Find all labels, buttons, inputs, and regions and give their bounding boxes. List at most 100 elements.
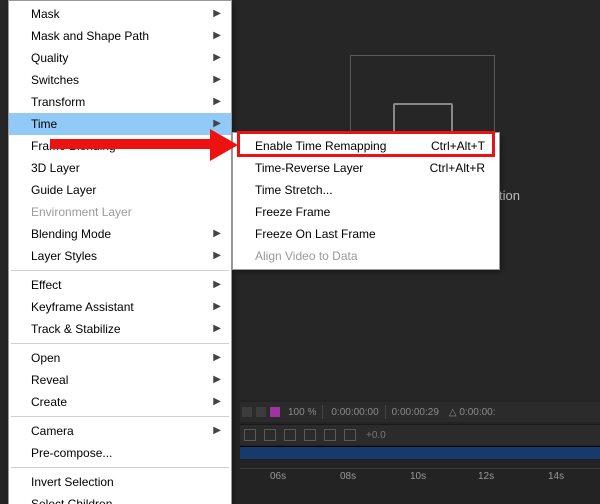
menu-separator xyxy=(11,270,229,271)
menu-frame-blending[interactable]: Frame Blending ▶ xyxy=(9,135,231,157)
submenu-label: Freeze On Last Frame xyxy=(255,227,376,241)
menu-reveal[interactable]: Reveal ▶ xyxy=(9,369,231,391)
menu-label: Environment Layer xyxy=(31,205,132,219)
zoom-value: 100 % xyxy=(288,407,316,418)
menu-label: Time xyxy=(31,117,57,131)
submenu-freeze-last-frame[interactable]: Freeze On Last Frame xyxy=(233,223,499,245)
chevron-right-icon: ▶ xyxy=(213,245,221,267)
menu-separator xyxy=(11,467,229,468)
menu-create[interactable]: Create ▶ xyxy=(9,391,231,413)
chevron-right-icon: ▶ xyxy=(213,25,221,47)
menu-label: Layer Styles xyxy=(31,249,97,263)
menu-camera[interactable]: Camera ▶ xyxy=(9,420,231,442)
eye-icon[interactable] xyxy=(244,429,256,441)
menu-label: Reveal xyxy=(31,373,68,387)
app-workspace: tion 100 % 0:00:00:00 0:00:00:29 △ 0:00:… xyxy=(0,0,600,504)
time-submenu[interactable]: Enable Time Remapping Ctrl+Alt+T Time-Rev… xyxy=(232,132,500,270)
toolbar-row-2: +0.0 xyxy=(240,424,600,445)
settings-icon[interactable] xyxy=(344,429,356,441)
menu-time[interactable]: Time ▶ xyxy=(9,113,231,135)
menu-blending-mode[interactable]: Blending Mode ▶ xyxy=(9,223,231,245)
menu-label: Switches xyxy=(31,73,79,87)
menu-mask-shape-path[interactable]: Mask and Shape Path ▶ xyxy=(9,25,231,47)
chevron-right-icon: ▶ xyxy=(213,113,221,135)
menu-label: Mask xyxy=(31,7,60,21)
chevron-right-icon: ▶ xyxy=(213,318,221,340)
submenu-shortcut: Ctrl+Alt+R xyxy=(430,157,485,179)
chevron-right-icon: ▶ xyxy=(213,347,221,369)
chevron-right-icon: ▶ xyxy=(213,69,221,91)
menu-pre-compose[interactable]: Pre-compose... xyxy=(9,442,231,464)
ruler-tick: 06s xyxy=(270,471,286,482)
ruler-tick: 08s xyxy=(340,471,356,482)
menu-guide-layer[interactable]: Guide Layer xyxy=(9,179,231,201)
menu-label: Transform xyxy=(31,95,85,109)
menu-label: Open xyxy=(31,351,60,365)
chevron-right-icon: ▶ xyxy=(213,91,221,113)
submenu-enable-time-remapping[interactable]: Enable Time Remapping Ctrl+Alt+T xyxy=(233,135,499,157)
time-track[interactable] xyxy=(240,446,600,459)
menu-3d-layer[interactable]: 3D Layer xyxy=(9,157,231,179)
submenu-label: Time Stretch... xyxy=(255,183,333,197)
timecode-b[interactable]: 0:00:00:29 xyxy=(392,407,439,418)
menu-label: Keyframe Assistant xyxy=(31,300,134,314)
submenu-time-reverse-layer[interactable]: Time-Reverse LayerCtrl+Alt+R xyxy=(233,157,499,179)
grid-icon[interactable] xyxy=(304,429,316,441)
menu-invert-selection[interactable]: Invert Selection xyxy=(9,471,231,493)
menu-label: Mask and Shape Path xyxy=(31,29,149,43)
toolbar-row-1: 100 % 0:00:00:00 0:00:00:29 △ 0:00:00: xyxy=(240,402,600,422)
menu-keyframe-assistant[interactable]: Keyframe Assistant▶ xyxy=(9,296,231,318)
preview-caption: tion xyxy=(499,188,520,203)
exposure-value[interactable]: +0.0 xyxy=(366,430,386,441)
menu-open[interactable]: Open ▶ xyxy=(9,347,231,369)
ruler-tick: 10s xyxy=(410,471,426,482)
menu-label: Guide Layer xyxy=(31,183,96,197)
submenu-label: Enable Time Remapping xyxy=(255,139,386,153)
time-ruler[interactable]: 06s 08s 10s 12s 14s xyxy=(240,468,600,499)
chevron-right-icon: ▶ xyxy=(213,135,221,157)
menu-label: Invert Selection xyxy=(31,475,114,489)
submenu-align-video-to-data: Align Video to Data xyxy=(233,245,499,267)
menu-label: Effect xyxy=(31,278,61,292)
menu-label: Camera xyxy=(31,424,74,438)
toolbar-swatch-active[interactable] xyxy=(270,407,280,417)
menu-label: Pre-compose... xyxy=(31,446,112,460)
menu-label: Blending Mode xyxy=(31,227,111,241)
menu-label: 3D Layer xyxy=(31,161,80,175)
chevron-right-icon: ▶ xyxy=(213,47,221,69)
toolbar-swatch[interactable] xyxy=(256,407,266,417)
camera-icon[interactable] xyxy=(264,429,276,441)
menu-separator xyxy=(11,416,229,417)
chevron-right-icon: ▶ xyxy=(213,420,221,442)
timecode-a[interactable]: 0:00:00:00 xyxy=(331,407,378,418)
menu-label: Frame Blending xyxy=(31,139,116,153)
menu-effect[interactable]: Effect ▶ xyxy=(9,274,231,296)
menu-switches[interactable]: Switches ▶ xyxy=(9,69,231,91)
chevron-right-icon: ▶ xyxy=(213,391,221,413)
layer-context-menu[interactable]: Mask▶ Mask and Shape Path▶ Quality▶ Swit… xyxy=(8,0,232,504)
timecode-delta: △ 0:00:00: xyxy=(449,407,496,418)
menu-label: Track & Stabilize xyxy=(31,322,121,336)
menu-track-stabilize[interactable]: Track & Stabilize ▶ xyxy=(9,318,231,340)
submenu-label: Align Video to Data xyxy=(255,249,358,263)
chevron-right-icon: ▶ xyxy=(213,223,221,245)
toolbar-swatch[interactable] xyxy=(242,407,252,417)
adjust-icon[interactable] xyxy=(324,429,336,441)
menu-quality[interactable]: Quality▶ xyxy=(9,47,231,69)
swirl-icon[interactable] xyxy=(284,429,296,441)
submenu-freeze-frame[interactable]: Freeze Frame xyxy=(233,201,499,223)
submenu-shortcut: Ctrl+Alt+T xyxy=(431,135,485,157)
menu-transform[interactable]: Transform ▶ xyxy=(9,91,231,113)
ruler-tick: 12s xyxy=(478,471,494,482)
menu-mask[interactable]: Mask▶ xyxy=(9,3,231,25)
submenu-label: Freeze Frame xyxy=(255,205,330,219)
ruler-tick: 14s xyxy=(548,471,564,482)
chevron-right-icon: ▶ xyxy=(213,369,221,391)
chevron-right-icon: ▶ xyxy=(213,274,221,296)
menu-environment-layer: Environment Layer xyxy=(9,201,231,223)
menu-label: Select Children xyxy=(31,497,112,504)
menu-layer-styles[interactable]: Layer Styles ▶ xyxy=(9,245,231,267)
menu-label: Create xyxy=(31,395,67,409)
submenu-time-stretch[interactable]: Time Stretch... xyxy=(233,179,499,201)
menu-select-children[interactable]: Select Children xyxy=(9,493,231,504)
